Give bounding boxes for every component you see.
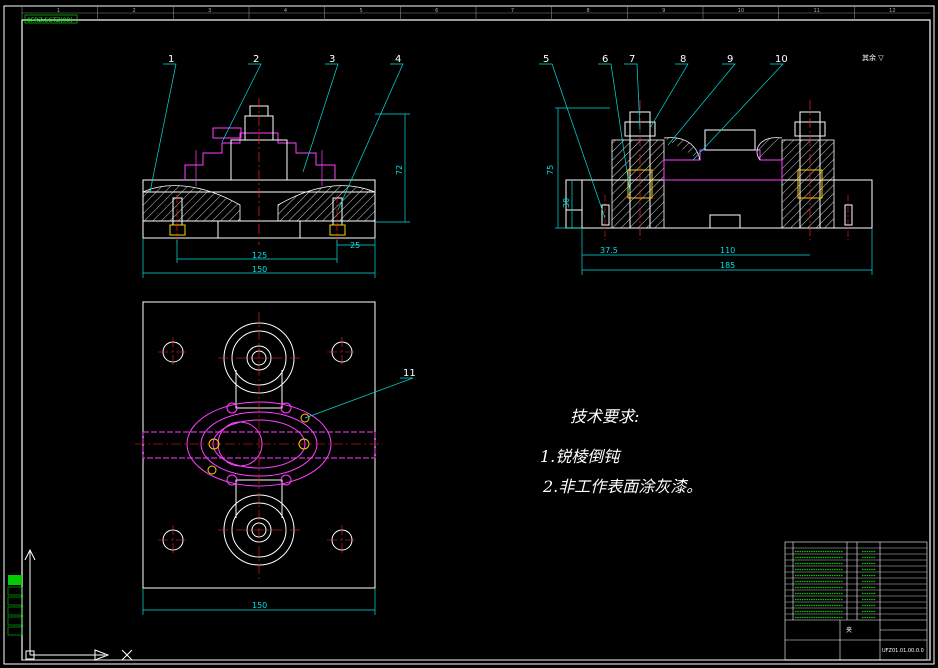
tech-req-item-2: 2.非工作表面涂灰漆。: [542, 477, 702, 496]
tech-req-item-1: 1.锐棱倒钝: [540, 447, 622, 466]
part-callout-4: 4: [395, 54, 401, 65]
part-callout-7: 7: [629, 54, 635, 65]
dim-150-front: 150: [252, 265, 267, 274]
background: [0, 0, 938, 668]
part-callout-11: 11: [403, 368, 416, 379]
stamp-text: 0FRZ.SCTZ(00): [27, 17, 73, 24]
dim-37-5: 37.5: [600, 246, 618, 255]
dim-30: 30: [562, 198, 571, 208]
dim-125: 125: [252, 251, 267, 260]
part-callout-9: 9: [727, 54, 733, 65]
roughness-note: 其余 ▽: [862, 53, 884, 62]
dim-185: 185: [720, 261, 735, 270]
part-callout-3: 3: [329, 54, 335, 65]
dim-72: 72: [395, 165, 404, 175]
drawing-stamp: 0FRZ.SCTZ(00): [24, 14, 78, 24]
title-block-name: 夹: [846, 626, 852, 634]
ruler-label: 8: [587, 8, 590, 14]
dim-75: 75: [546, 165, 555, 175]
ruler-label: 1: [57, 8, 60, 14]
part-callout-6: 6: [602, 54, 608, 65]
title-block-drawing-no: UFZ01.01.00.0.0: [882, 648, 924, 654]
ruler-label: 6: [435, 8, 438, 14]
part-callout-8: 8: [680, 54, 686, 65]
ruler-label: 10: [738, 8, 744, 14]
roughness-text: 其余 ▽: [862, 53, 884, 62]
dim-110: 110: [720, 246, 735, 255]
part-callout-1: 1: [168, 54, 174, 65]
ruler-label: 7: [511, 8, 514, 14]
ruler-label: 11: [814, 8, 820, 14]
part-callout-2: 2: [253, 54, 259, 65]
ruler-label: 3: [208, 8, 211, 14]
ruler-label: 12: [889, 8, 895, 14]
part-callout-10: 10: [775, 54, 788, 65]
part-callout-5: 5: [543, 54, 549, 65]
cad-drawing-canvas[interactable]: 123456789101112 0FRZ.SCTZ(00): [0, 0, 938, 668]
tech-req-title: 技术要求:: [570, 407, 639, 426]
ruler-label: 9: [662, 8, 665, 14]
dim-150-top: 150: [252, 601, 267, 610]
ruler-label: 5: [360, 8, 363, 14]
ruler-label: 4: [284, 8, 287, 14]
dim-25: 25: [350, 241, 360, 250]
ruler-label: 2: [133, 8, 136, 14]
